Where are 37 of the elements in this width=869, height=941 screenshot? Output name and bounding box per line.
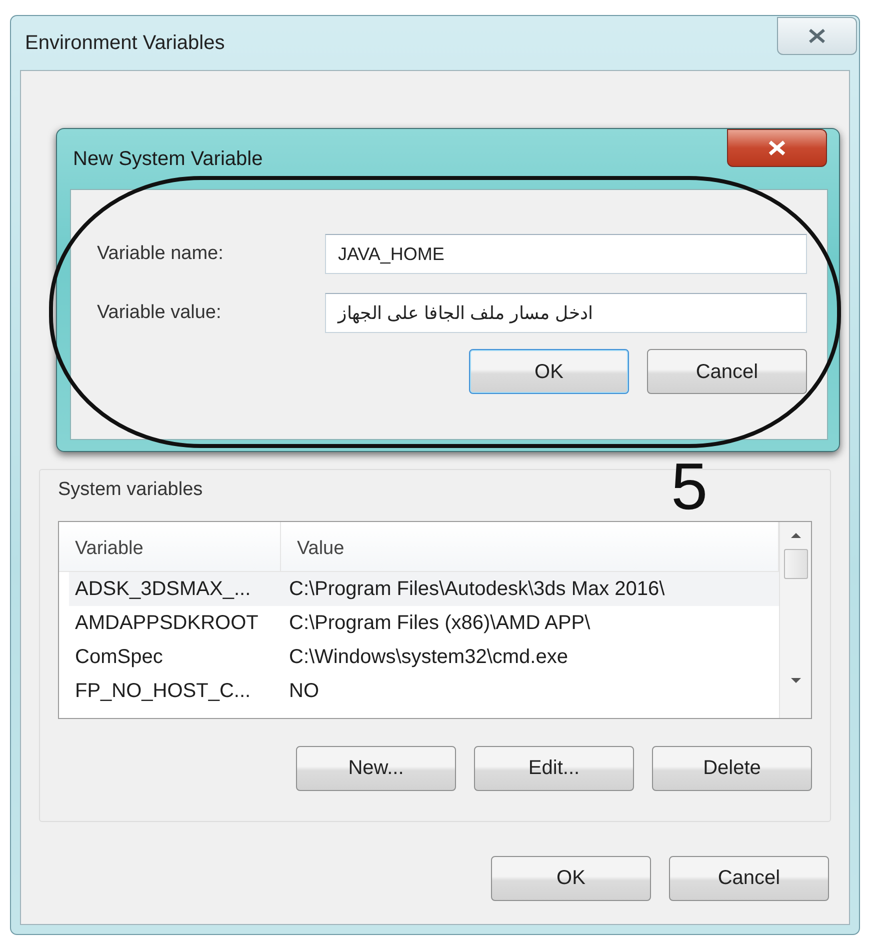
new-button[interactable]: New...	[296, 746, 456, 790]
field-label: Variable name:	[97, 242, 224, 266]
column-header[interactable]: Variable	[59, 522, 281, 570]
list-row[interactable]: FP_NO_HOST_C... NO	[69, 674, 779, 708]
scroll-thumb[interactable]	[784, 548, 808, 578]
table-cell-text: FP_NO_HOST_C...	[74, 678, 252, 704]
dialog-title: New System Variable	[73, 147, 263, 172]
table-cell-text: C:\Program Files\Autodesk\3ds Max 2016\	[288, 576, 666, 602]
field-label: Variable value:	[97, 300, 222, 325]
close-button[interactable]	[727, 129, 827, 167]
close-icon	[768, 140, 786, 156]
edit-button[interactable]: Edit...	[474, 746, 634, 790]
variables-list[interactable]: Variable Value ADSK_3DSMAX_... C:\Program Files\Autodesk\3ds Max 2016\ AMDAPPSDKROOT C:\Program Files (x86)\AMD APP\ ComSpec C:\Windows\system32\cmd.exe FP_NO_HOST_C... NO	[58, 520, 812, 718]
ok-button[interactable]: OK	[491, 856, 651, 900]
cancel-button[interactable]: Cancel	[669, 856, 829, 900]
cancel-button[interactable]: Cancel	[647, 349, 807, 394]
ok-button[interactable]: OK	[469, 349, 629, 394]
scrollbar[interactable]	[779, 522, 811, 718]
table-cell-text: AMDAPPSDKROOT	[74, 610, 260, 636]
list-row[interactable]: ComSpec C:\Windows\system32\cmd.exe	[69, 640, 779, 674]
table-cell-text: C:\Program Files (x86)\AMD APP\	[288, 610, 592, 636]
close-icon	[808, 28, 826, 44]
list-row[interactable]: ADSK_3DSMAX_... C:\Program Files\Autodesk\3ds Max 2016\	[69, 572, 779, 606]
input-field[interactable]: ادخل مسار ملف الجافا على الجهاز	[325, 293, 807, 333]
table-cell-text: ADSK_3DSMAX_...	[74, 576, 252, 602]
scroll-down-icon[interactable]	[790, 676, 802, 684]
input-field[interactable]: JAVA_HOME	[325, 234, 807, 274]
table-cell-text: C:\Windows\system32\cmd.exe	[288, 644, 569, 670]
group-label: System variables	[58, 478, 203, 502]
table-cell-text: NO	[288, 678, 320, 704]
annotation-number: 5	[671, 462, 708, 512]
close-button[interactable]	[777, 17, 857, 55]
scroll-up-icon[interactable]	[790, 532, 802, 538]
delete-button[interactable]: Delete	[652, 746, 812, 790]
table-cell-text: ComSpec	[74, 644, 164, 670]
list-row[interactable]: AMDAPPSDKROOT C:\Program Files (x86)\AMD APP\	[69, 606, 779, 640]
window-title: Environment Variables	[25, 31, 225, 56]
